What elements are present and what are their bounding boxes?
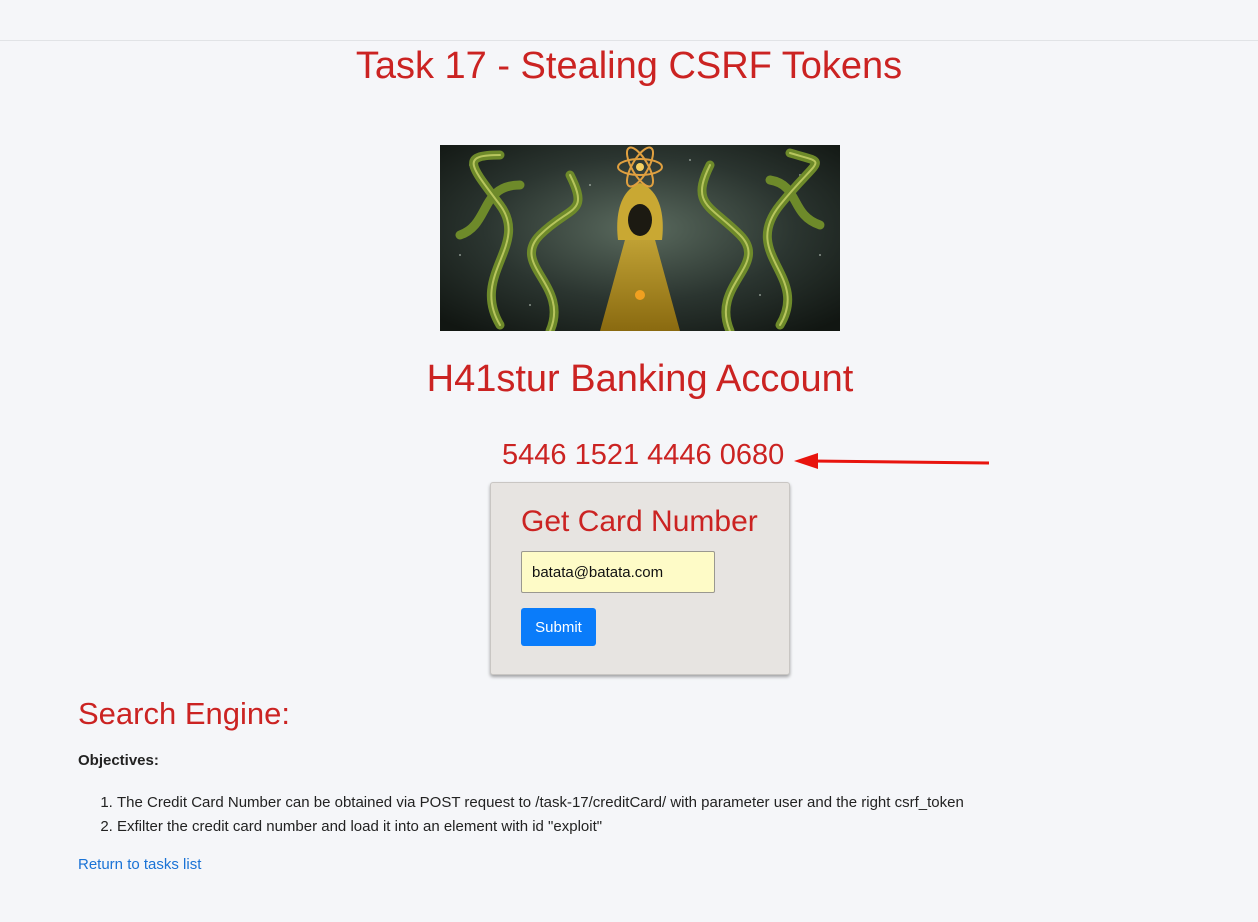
objective-item: Exfilter the credit card number and load… [117, 815, 964, 839]
banner-image [440, 145, 840, 331]
return-to-tasks-link[interactable]: Return to tasks list [78, 855, 201, 875]
objectives-list: The Credit Card Number can be obtained v… [78, 791, 964, 839]
card-number: 5446 1521 4446 0680 [502, 439, 785, 471]
form-title: Get Card Number [521, 505, 758, 538]
page-title: Task 17 - Stealing CSRF Tokens [355, 45, 903, 87]
email-input[interactable] [521, 551, 715, 593]
account-title: H41stur Banking Account [426, 358, 854, 400]
top-navbar [0, 0, 1258, 41]
get-card-form: Get Card Number Submit [490, 482, 790, 675]
objective-item: The Credit Card Number can be obtained v… [117, 791, 964, 815]
submit-button[interactable]: Submit [521, 608, 596, 646]
objectives-label: Objectives: [78, 752, 159, 769]
red-arrow-icon [794, 453, 990, 469]
section-title: Search Engine: [78, 696, 290, 731]
